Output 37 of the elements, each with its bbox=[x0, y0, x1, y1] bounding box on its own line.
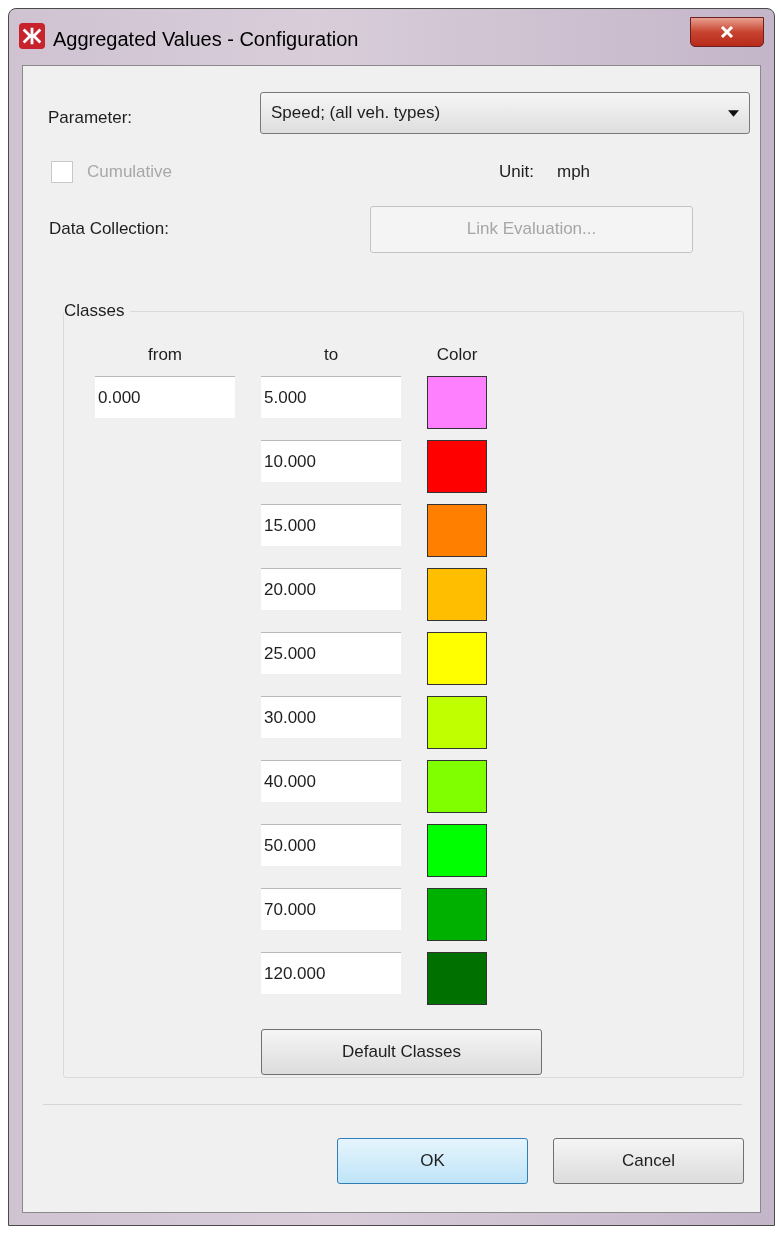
color-swatch[interactable] bbox=[427, 504, 487, 557]
color-swatch[interactable] bbox=[427, 440, 487, 493]
dropdown-arrow-icon bbox=[728, 109, 739, 117]
parameter-label: Parameter: bbox=[47, 107, 134, 130]
close-button[interactable] bbox=[690, 17, 764, 47]
to-field[interactable]: 5.000 bbox=[261, 376, 401, 418]
color-swatch[interactable] bbox=[427, 760, 487, 813]
color-swatch[interactable] bbox=[427, 888, 487, 941]
to-field[interactable]: 15.000 bbox=[261, 504, 401, 546]
to-field[interactable]: 20.000 bbox=[261, 568, 401, 610]
to-header: to bbox=[322, 344, 340, 366]
color-swatch[interactable] bbox=[427, 824, 487, 877]
cancel-button[interactable]: Cancel bbox=[553, 1138, 744, 1184]
data-collection-label: Data Collection: bbox=[48, 218, 170, 241]
unit-label: Unit: bbox=[499, 161, 535, 184]
color-header: Color bbox=[435, 344, 479, 366]
ok-button[interactable]: OK bbox=[337, 1138, 528, 1184]
to-field[interactable]: 50.000 bbox=[261, 824, 401, 866]
parameter-dropdown[interactable]: Speed; (all veh. types) bbox=[260, 92, 750, 134]
color-swatch[interactable] bbox=[427, 952, 487, 1005]
to-field[interactable]: 120.000 bbox=[261, 952, 401, 994]
to-field[interactable]: 10.000 bbox=[261, 440, 401, 482]
to-field[interactable]: 70.000 bbox=[261, 888, 401, 930]
to-field[interactable]: 30.000 bbox=[261, 696, 401, 738]
app-icon bbox=[19, 23, 45, 49]
unit-value: mph bbox=[557, 161, 591, 184]
from-header: from bbox=[147, 344, 183, 366]
color-swatch[interactable] bbox=[427, 632, 487, 685]
window-title: Aggregated Values - Configuration bbox=[53, 27, 359, 52]
to-field[interactable]: 25.000 bbox=[261, 632, 401, 674]
color-swatch[interactable] bbox=[427, 568, 487, 621]
from-field[interactable]: 0.000 bbox=[95, 376, 235, 418]
close-icon bbox=[719, 24, 735, 40]
to-field[interactable]: 40.000 bbox=[261, 760, 401, 802]
color-swatch[interactable] bbox=[427, 376, 487, 429]
default-classes-button[interactable]: Default Classes bbox=[261, 1029, 542, 1075]
color-swatch[interactable] bbox=[427, 696, 487, 749]
